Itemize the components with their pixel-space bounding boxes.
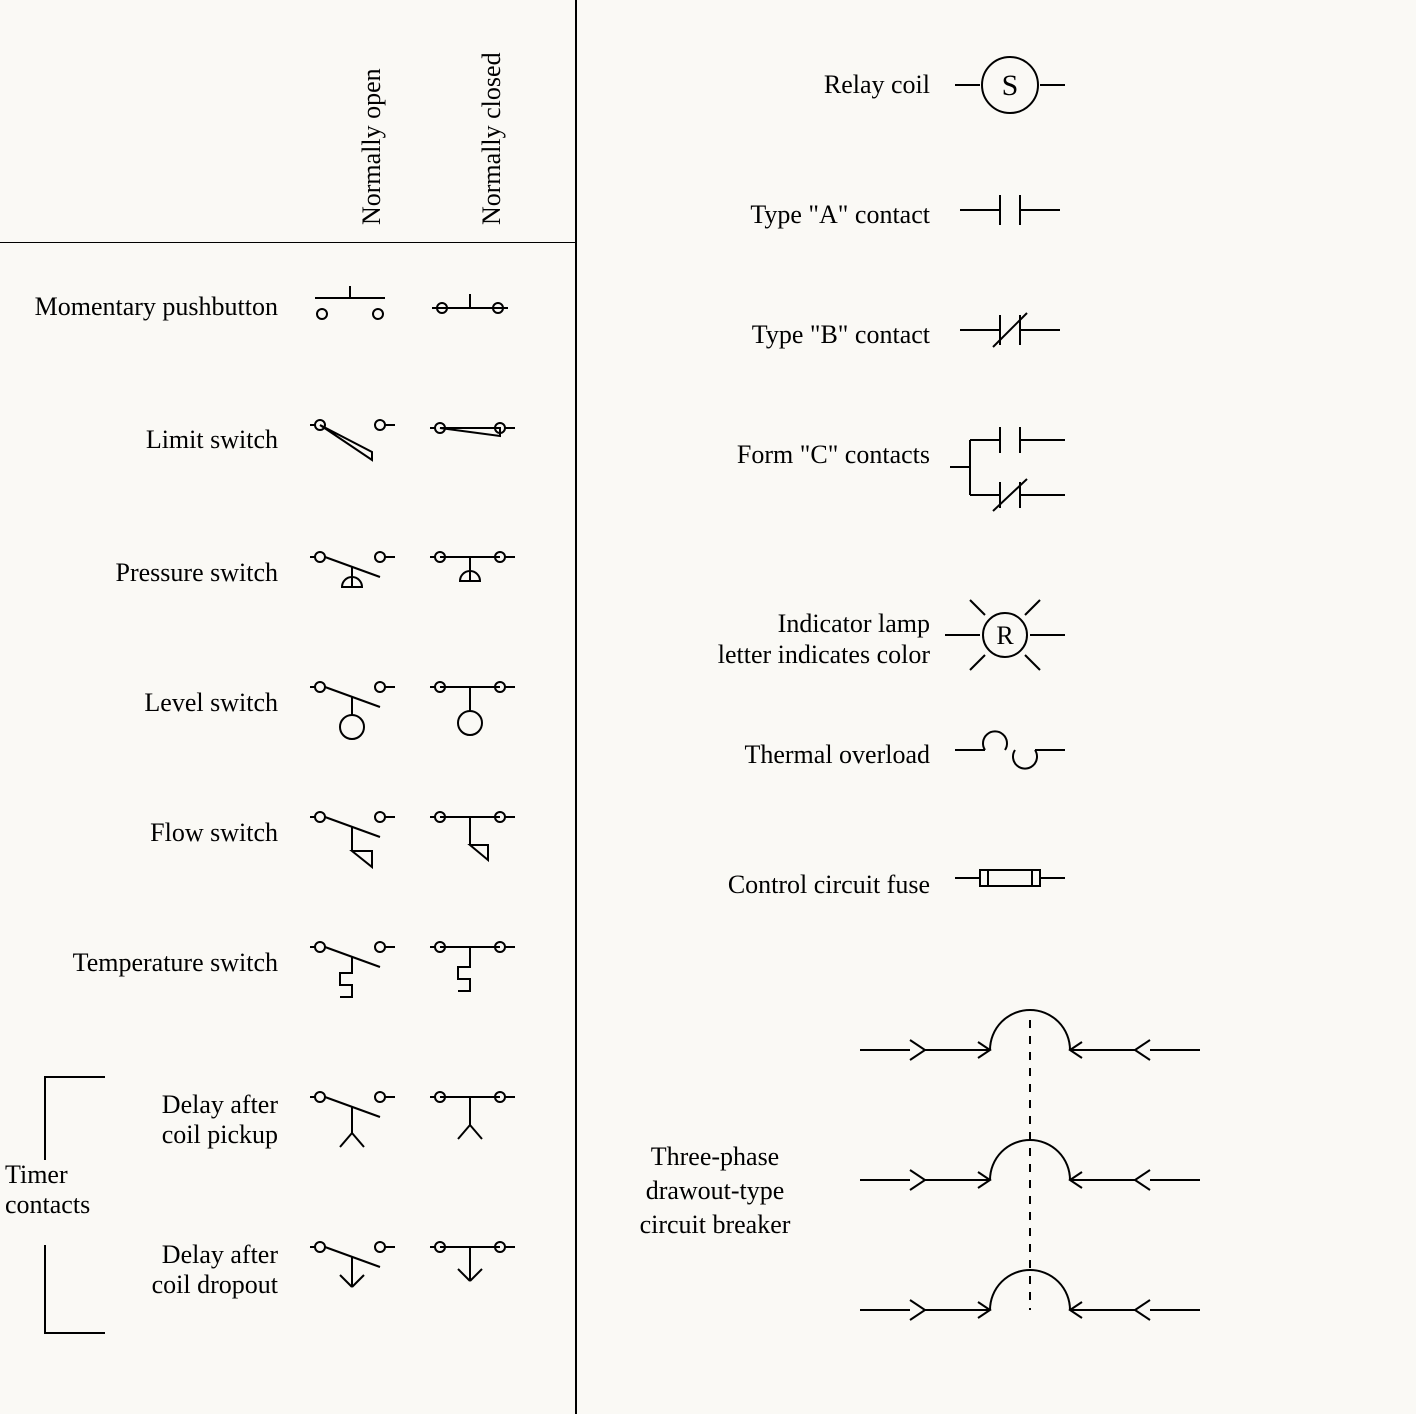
symbol-relay-coil: S — [950, 50, 1070, 120]
vertical-divider — [575, 0, 577, 1414]
row-label-momentary-pushbutton: Momentary pushbutton — [8, 292, 278, 322]
symbol-flow-switch-no — [300, 795, 400, 880]
svg-text:R: R — [996, 621, 1014, 650]
horizontal-divider — [0, 242, 575, 243]
row-label-flow-switch: Flow switch — [8, 818, 278, 848]
symbol-level-switch-nc — [420, 665, 520, 750]
symbol-limit-switch-nc — [420, 400, 520, 470]
label-type-a-contact: Type "A" contact — [640, 200, 930, 230]
label-indicator-lamp: Indicator lamp letter indicates color — [620, 608, 930, 670]
svg-text:S: S — [1002, 69, 1019, 102]
row-label-level-switch: Level switch — [8, 688, 278, 718]
row-label-limit-switch: Limit switch — [8, 425, 278, 455]
label-relay-coil: Relay coil — [640, 70, 930, 100]
symbol-pressure-switch-no — [300, 535, 400, 615]
symbol-limit-switch-no — [300, 400, 400, 470]
row-label-temperature-switch: Temperature switch — [8, 948, 278, 978]
column-header-normally-open: Normally open — [357, 68, 387, 225]
symbol-form-c-contacts — [945, 415, 1075, 525]
symbol-delay-pickup-nc — [420, 1075, 520, 1160]
symbol-temperature-switch-nc — [420, 925, 520, 1020]
symbol-type-a-contact — [955, 185, 1065, 235]
column-header-normally-closed: Normally closed — [477, 52, 507, 225]
label-control-circuit-fuse: Control circuit fuse — [640, 870, 930, 900]
symbol-type-b-contact — [955, 305, 1065, 355]
symbol-temperature-switch-no — [300, 925, 400, 1020]
symbol-level-switch-no — [300, 665, 400, 750]
timer-bracket-icon — [35, 1075, 115, 1335]
symbol-delay-pickup-no — [300, 1075, 400, 1160]
label-type-b-contact: Type "B" contact — [640, 320, 930, 350]
symbol-delay-dropout-no — [300, 1225, 400, 1310]
symbol-delay-dropout-nc — [420, 1225, 520, 1310]
symbol-indicator-lamp: R — [940, 580, 1070, 690]
symbol-momentary-pushbutton-no — [300, 268, 400, 328]
symbol-momentary-pushbutton-nc — [420, 268, 520, 328]
label-three-phase-breaker: Three-phase drawout-type circuit breaker — [590, 1140, 840, 1241]
symbol-three-phase-breaker — [850, 990, 1210, 1350]
symbol-thermal-overload — [950, 725, 1070, 775]
symbol-control-circuit-fuse — [950, 858, 1070, 898]
label-form-c-contacts: Form "C" contacts — [640, 440, 930, 470]
symbol-flow-switch-nc — [420, 795, 520, 880]
diagram-page: Normally open Normally closed Momentary … — [0, 0, 1416, 1414]
row-label-pressure-switch: Pressure switch — [8, 558, 278, 588]
label-thermal-overload: Thermal overload — [640, 740, 930, 770]
symbol-pressure-switch-nc — [420, 535, 520, 615]
